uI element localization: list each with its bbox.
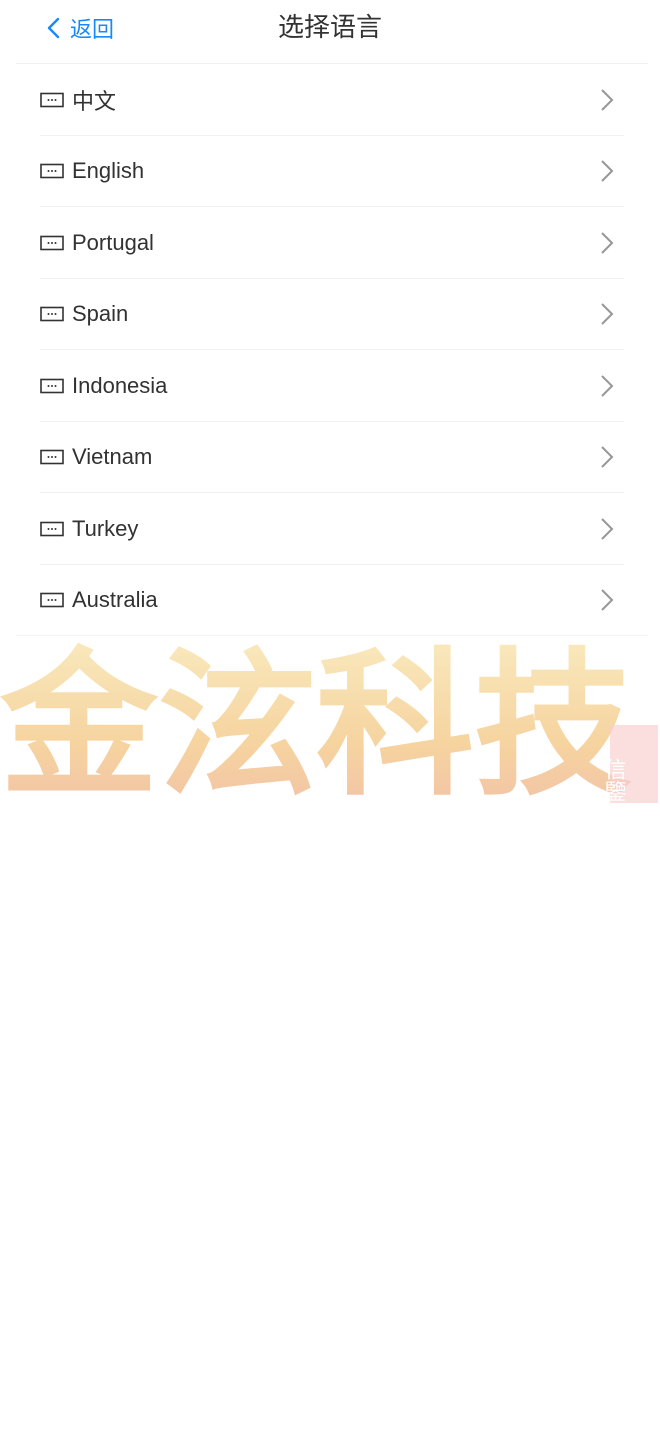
language-item-australia[interactable]: Australia bbox=[16, 565, 648, 637]
language-flag-icon bbox=[40, 378, 64, 394]
back-button[interactable]: 返回 bbox=[44, 0, 114, 56]
language-item-indonesia[interactable]: Indonesia bbox=[16, 350, 648, 422]
language-label: Turkey bbox=[72, 515, 139, 541]
language-item-spain[interactable]: Spain bbox=[16, 279, 648, 351]
language-label: Vietnam bbox=[72, 444, 153, 470]
chevron-right-icon bbox=[601, 446, 614, 468]
language-item-english[interactable]: English bbox=[16, 136, 648, 208]
language-flag-icon bbox=[40, 235, 64, 251]
seal-text: 信鑒 bbox=[601, 758, 627, 802]
language-label: Spain bbox=[72, 301, 129, 327]
nav-bar: 返回 选择语言 bbox=[0, 0, 660, 56]
chevron-right-icon bbox=[601, 89, 614, 111]
language-label: Australia bbox=[72, 587, 158, 613]
back-label: 返回 bbox=[70, 17, 115, 42]
chevron-right-icon bbox=[601, 375, 614, 397]
language-label: English bbox=[72, 158, 145, 184]
language-flag-icon bbox=[40, 306, 64, 322]
language-item-vietnam[interactable]: Vietnam bbox=[16, 422, 648, 494]
chevron-right-icon bbox=[601, 232, 614, 254]
chevron-right-icon bbox=[601, 303, 614, 325]
language-flag-icon bbox=[40, 449, 64, 465]
chevron-right-icon bbox=[601, 518, 614, 540]
language-label: Indonesia bbox=[72, 372, 168, 398]
chevron-right-icon bbox=[601, 589, 614, 611]
chevron-left-icon bbox=[47, 17, 60, 39]
language-item-turkey[interactable]: Turkey bbox=[16, 493, 648, 565]
language-flag-icon bbox=[40, 92, 64, 108]
language-item-portugal[interactable]: Portugal bbox=[16, 207, 648, 279]
brand-watermark-image: 金泫科技 信鑒 bbox=[0, 633, 658, 810]
language-flag-icon bbox=[40, 521, 64, 537]
language-flag-icon bbox=[40, 163, 64, 179]
language-label: Portugal bbox=[72, 229, 154, 255]
chevron-right-icon bbox=[601, 160, 614, 182]
language-flag-icon bbox=[40, 592, 64, 608]
language-list: 中文 English Portugal Spain Indonesia Viet… bbox=[16, 64, 648, 636]
watermark-text: 金泫科技 bbox=[0, 633, 632, 810]
language-label: 中文 bbox=[72, 88, 117, 114]
language-item-chinese[interactable]: 中文 bbox=[16, 64, 648, 136]
